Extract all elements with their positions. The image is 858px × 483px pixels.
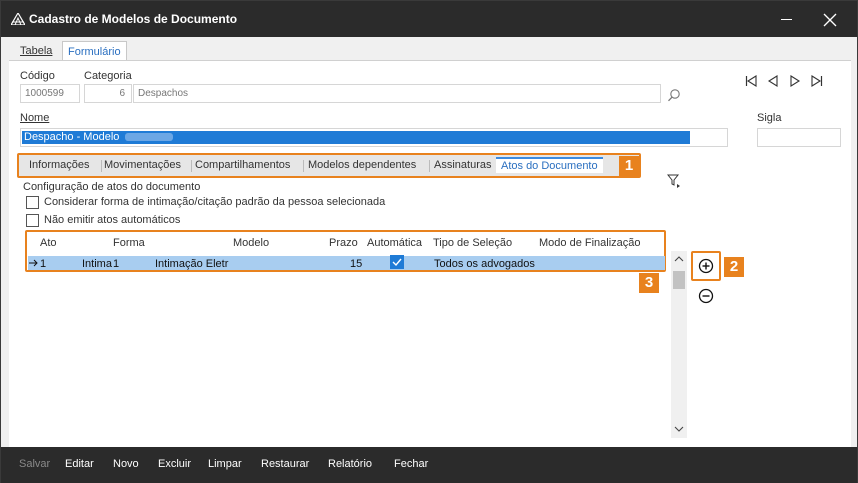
col-automatica[interactable]: Automática — [367, 237, 422, 249]
add-circle-icon[interactable] — [698, 258, 714, 274]
scroll-thumb[interactable] — [673, 271, 685, 289]
close-icon[interactable] — [819, 9, 841, 31]
col-forma[interactable]: Forma — [113, 237, 145, 249]
scroll-up-icon[interactable] — [674, 255, 684, 263]
row-pointer-icon — [29, 259, 38, 267]
col-modo-finalizacao[interactable]: Modo de Finalização — [539, 237, 641, 249]
scroll-down-icon[interactable] — [674, 425, 684, 433]
redacted-text — [125, 133, 174, 142]
tab-informacoes[interactable]: Informações — [29, 159, 90, 171]
table-row[interactable] — [28, 256, 665, 270]
cell-ato: 1 — [40, 258, 47, 270]
tab-separator — [101, 160, 102, 172]
cell-tipo-selecao: Todos os advogados — [434, 258, 535, 270]
callout-badge-1: 1 — [619, 156, 639, 176]
limpar-button[interactable]: Limpar — [208, 458, 242, 470]
callout-badge-2: 2 — [724, 257, 744, 277]
nome-selection: Despacho - Modelo — [22, 131, 690, 144]
sigla-label: Sigla — [757, 112, 782, 124]
tab-separator — [429, 160, 430, 172]
callout-badge-3: 3 — [639, 273, 659, 293]
categoria-label: Categoria — [84, 70, 132, 82]
minimize-button[interactable] — [777, 9, 797, 29]
tab-movimentacoes[interactable]: Movimentações — [104, 159, 181, 171]
editar-button[interactable]: Editar — [65, 458, 94, 470]
remove-circle-icon[interactable] — [698, 288, 714, 304]
next-record-icon[interactable] — [789, 75, 801, 87]
title-bar: Cadastro de Modelos de Documento — [1, 1, 857, 37]
cell-prazo: 15 — [350, 258, 363, 270]
sigla-field[interactable] — [757, 128, 841, 147]
nao-emitir-label: Não emitir atos automáticos — [44, 214, 181, 226]
atos-section-label: Configuração de atos do documento — [23, 181, 201, 193]
grid-scrollbar[interactable] — [671, 251, 687, 438]
tab-formulario[interactable]: Formulário — [62, 41, 127, 62]
window-title: Cadastro de Modelos de Documento — [29, 12, 238, 26]
codigo-field[interactable]: 1000599 — [20, 84, 80, 103]
first-record-icon[interactable] — [745, 75, 757, 87]
considerar-forma-label: Considerar forma de intimação/citação pa… — [44, 196, 386, 208]
tab-separator — [191, 160, 192, 172]
categoria-number-field[interactable]: 6 — [84, 84, 132, 103]
codigo-label: Código — [20, 70, 55, 82]
tab-atos-do-documento[interactable]: Atos do Documento — [496, 157, 603, 173]
cell-modelo: Intimação Eletr — [155, 258, 229, 270]
salvar-button[interactable]: Salvar — [19, 458, 50, 470]
restaurar-button[interactable]: Restaurar — [261, 458, 309, 470]
col-modelo[interactable]: Modelo — [233, 237, 269, 249]
tab-tabela[interactable]: Tabela — [15, 41, 57, 61]
col-ato[interactable]: Ato — [40, 237, 57, 249]
excluir-button[interactable]: Excluir — [158, 458, 191, 470]
cell-forma-num: 1 — [113, 258, 120, 270]
nome-field[interactable]: Despacho - Modelo — [20, 128, 728, 147]
tab-compartilhamentos[interactable]: Compartilhamentos — [195, 159, 290, 171]
app-logo-icon — [11, 13, 25, 25]
main-window: Cadastro de Modelos de Documento Tabela … — [0, 0, 858, 483]
last-record-icon[interactable] — [811, 75, 823, 87]
col-tipo-selecao[interactable]: Tipo de Seleção — [433, 237, 512, 249]
tab-separator — [303, 160, 304, 172]
novo-button[interactable]: Novo — [113, 458, 139, 470]
considerar-forma-checkbox[interactable] — [26, 196, 39, 209]
search-icon[interactable] — [667, 88, 681, 102]
nao-emitir-checkbox[interactable] — [26, 214, 39, 227]
filter-icon[interactable] — [667, 174, 681, 188]
categoria-name-field: Despachos — [133, 84, 661, 103]
tab-assinaturas[interactable]: Assinaturas — [434, 159, 491, 171]
tab-modelos-dependentes[interactable]: Modelos dependentes — [308, 159, 416, 171]
previous-record-icon[interactable] — [767, 75, 779, 87]
cell-forma: Intimação — [82, 258, 112, 270]
relatorio-button[interactable]: Relatório — [328, 458, 372, 470]
nome-label: Nome — [20, 112, 50, 124]
inner-tabs: Informações Movimentações Compartilhamen… — [17, 153, 641, 178]
fechar-button[interactable]: Fechar — [394, 458, 428, 470]
col-prazo[interactable]: Prazo — [329, 237, 358, 249]
action-bar: Salvar Editar Novo Excluir Limpar Restau… — [1, 447, 857, 483]
automatica-checkbox-checked[interactable] — [390, 255, 404, 269]
